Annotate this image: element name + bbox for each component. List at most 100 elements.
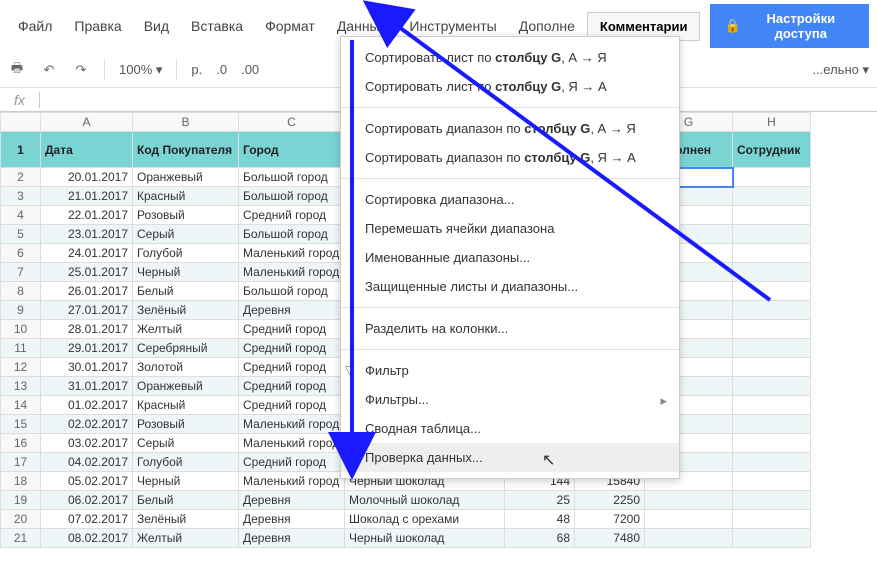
cell[interactable]: 01.02.2017 xyxy=(41,396,133,415)
cell[interactable] xyxy=(733,320,811,339)
cell[interactable]: Средний город xyxy=(239,339,345,358)
cell[interactable]: 7480 xyxy=(575,529,645,548)
hdr-city[interactable]: Город xyxy=(239,132,345,168)
sort-range-az[interactable]: Сортировать диапазон по столбцу G, А → Я xyxy=(341,114,679,143)
sort-sheet-za[interactable]: Сортировать лист по столбцу G, Я → А xyxy=(341,72,679,101)
cell[interactable] xyxy=(733,510,811,529)
share-button[interactable]: 🔒 Настройки доступа xyxy=(710,4,869,48)
cell[interactable]: Зелёный xyxy=(133,510,239,529)
table-row[interactable]: 2108.02.2017ЖелтыйДеревняЧерный шоколад6… xyxy=(1,529,811,548)
cell[interactable]: Большой город xyxy=(239,187,345,206)
cell[interactable]: 2250 xyxy=(575,491,645,510)
hdr-employee[interactable]: Сотрудник xyxy=(733,132,811,168)
cell[interactable]: 27.01.2017 xyxy=(41,301,133,320)
menu-format[interactable]: Формат xyxy=(255,12,325,40)
protected-sheets[interactable]: Защищенные листы и диапазоны... xyxy=(341,272,679,301)
redo-icon[interactable]: ↷ xyxy=(72,61,90,79)
cell[interactable]: Деревня xyxy=(239,529,345,548)
cell[interactable] xyxy=(645,529,733,548)
cell[interactable]: Серебряный xyxy=(133,339,239,358)
cell[interactable] xyxy=(733,358,811,377)
cell[interactable]: Черный xyxy=(133,472,239,491)
cell[interactable]: 22.01.2017 xyxy=(41,206,133,225)
cell[interactable]: 05.02.2017 xyxy=(41,472,133,491)
col-H[interactable]: H xyxy=(733,113,811,132)
cell[interactable]: Оранжевый xyxy=(133,168,239,187)
cell[interactable]: Большой город xyxy=(239,225,345,244)
cell[interactable]: Белый xyxy=(133,491,239,510)
hdr-date[interactable]: Дата xyxy=(41,132,133,168)
cell[interactable]: 25 xyxy=(505,491,575,510)
cell[interactable]: Зелёный xyxy=(133,301,239,320)
cell[interactable]: Желтый xyxy=(133,320,239,339)
menu-view[interactable]: Вид xyxy=(134,12,179,40)
increase-decimal[interactable]: .00 xyxy=(241,62,259,77)
cell[interactable]: 26.01.2017 xyxy=(41,282,133,301)
cell[interactable]: Большой город xyxy=(239,168,345,187)
filter-toggle[interactable]: ▽Фильтр xyxy=(341,356,679,385)
cell[interactable]: Серый xyxy=(133,434,239,453)
table-row[interactable]: 2007.02.2017ЗелёныйДеревняШоколад с орех… xyxy=(1,510,811,529)
cell[interactable] xyxy=(733,415,811,434)
cell[interactable] xyxy=(645,491,733,510)
pivot-table[interactable]: Сводная таблица... xyxy=(341,414,679,443)
menu-edit[interactable]: Правка xyxy=(64,12,131,40)
cell[interactable] xyxy=(733,396,811,415)
menu-file[interactable]: Файл xyxy=(8,12,62,40)
cell[interactable] xyxy=(733,301,811,320)
cell[interactable]: Средний город xyxy=(239,377,345,396)
cell[interactable]: 04.02.2017 xyxy=(41,453,133,472)
cell[interactable] xyxy=(733,339,811,358)
cell[interactable]: 20.01.2017 xyxy=(41,168,133,187)
cell[interactable]: 7200 xyxy=(575,510,645,529)
cell[interactable] xyxy=(733,206,811,225)
data-validation[interactable]: Проверка данных... xyxy=(341,443,679,472)
cell[interactable]: 29.01.2017 xyxy=(41,339,133,358)
cell[interactable]: Маленький город xyxy=(239,472,345,491)
col-C[interactable]: C xyxy=(239,113,345,132)
cell[interactable] xyxy=(733,168,811,187)
cell[interactable]: 25.01.2017 xyxy=(41,263,133,282)
print-icon[interactable]: 🖶 xyxy=(8,61,26,79)
cell[interactable]: Большой город xyxy=(239,282,345,301)
cell[interactable]: Средний город xyxy=(239,396,345,415)
cell[interactable]: Серый xyxy=(133,225,239,244)
cell[interactable]: 23.01.2017 xyxy=(41,225,133,244)
cell[interactable]: Маленький город xyxy=(239,263,345,282)
cell[interactable]: Маленький город xyxy=(239,415,345,434)
named-ranges[interactable]: Именованные диапазоны... xyxy=(341,243,679,272)
sort-sheet-az[interactable]: Сортировать лист по столбцу G, А → Я xyxy=(341,43,679,72)
cell[interactable]: Золотой xyxy=(133,358,239,377)
cell[interactable]: Черный шоколад xyxy=(345,529,505,548)
filter-views[interactable]: Фильтры...▸ xyxy=(341,385,679,414)
zoom-select[interactable]: 100% ▾ xyxy=(119,62,162,78)
cell[interactable]: Шоколад с орехами xyxy=(345,510,505,529)
cell[interactable] xyxy=(733,225,811,244)
cell[interactable] xyxy=(733,282,811,301)
cell[interactable] xyxy=(733,434,811,453)
col-B[interactable]: B xyxy=(133,113,239,132)
cell[interactable] xyxy=(733,529,811,548)
cell[interactable]: Молочный шоколад xyxy=(345,491,505,510)
split-columns[interactable]: Разделить на колонки... xyxy=(341,314,679,343)
cell[interactable]: Маленький город xyxy=(239,244,345,263)
cell[interactable] xyxy=(733,187,811,206)
cell[interactable]: Красный xyxy=(133,187,239,206)
cell[interactable]: 07.02.2017 xyxy=(41,510,133,529)
cell[interactable] xyxy=(733,472,811,491)
cell[interactable] xyxy=(645,510,733,529)
cell[interactable]: Желтый xyxy=(133,529,239,548)
cell[interactable]: Маленький город xyxy=(239,434,345,453)
decrease-decimal[interactable]: .0 xyxy=(216,62,227,77)
sort-range-za[interactable]: Сортировать диапазон по столбцу G, Я → А xyxy=(341,143,679,172)
cell[interactable]: Деревня xyxy=(239,491,345,510)
cell[interactable]: Белый xyxy=(133,282,239,301)
cell[interactable]: 08.02.2017 xyxy=(41,529,133,548)
sort-range-dialog[interactable]: Сортировка диапазона... xyxy=(341,185,679,214)
cell[interactable] xyxy=(733,453,811,472)
cell[interactable]: 21.01.2017 xyxy=(41,187,133,206)
cell[interactable]: Средний город xyxy=(239,358,345,377)
cell[interactable]: Розовый xyxy=(133,415,239,434)
cell[interactable]: Черный xyxy=(133,263,239,282)
table-row[interactable]: 1906.02.2017БелыйДеревняМолочный шоколад… xyxy=(1,491,811,510)
